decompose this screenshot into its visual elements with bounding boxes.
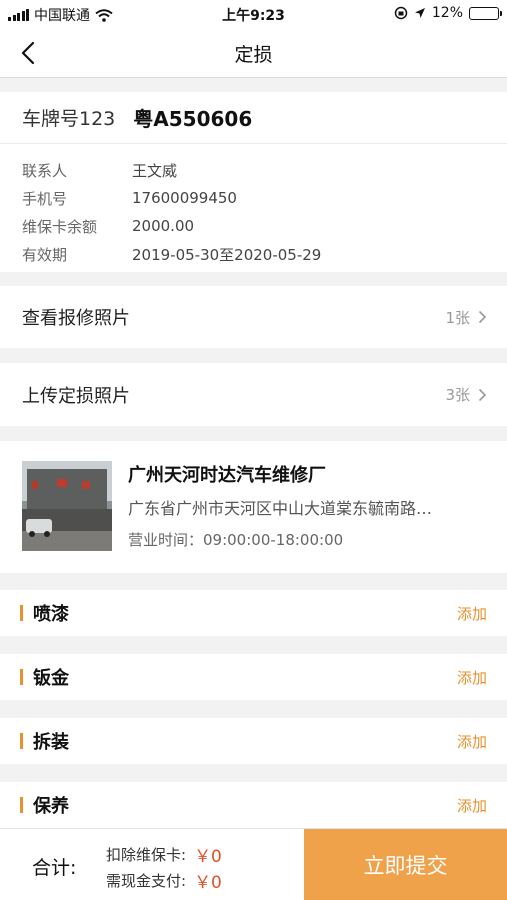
repair-photos-count: 1张 [445, 308, 470, 327]
chevron-right-icon [478, 388, 487, 401]
info-label: 有效期 [22, 245, 68, 264]
category-row-disassembly: 拆装 添加 [0, 718, 507, 764]
cash-pay-amount: ￥0 [194, 872, 222, 893]
location-icon [414, 8, 425, 18]
status-bar: 中国联通 上午9:23 12% [0, 0, 507, 28]
category-label: 钣金 [33, 668, 69, 689]
orientation-lock-icon [394, 6, 408, 20]
nav-bar: 定损 [0, 28, 507, 78]
add-button[interactable]: 添加 [457, 603, 487, 624]
add-button[interactable]: 添加 [457, 795, 487, 816]
add-button[interactable]: 添加 [457, 667, 487, 688]
battery-percent: 12% [431, 5, 463, 21]
category-label: 保养 [33, 796, 69, 817]
info-value: 王文威 [132, 161, 178, 180]
category-label: 拆装 [33, 732, 69, 753]
category-marker [20, 797, 23, 813]
info-value: 17600099450 [132, 189, 237, 207]
checkout-bar: 合计: 扣除维保卡: ￥0 需现金支付: ￥0 立即提交 [0, 828, 507, 900]
category-marker [20, 605, 23, 621]
damage-photos-label: 上传定损照片 [22, 385, 130, 407]
shop-name: 广州天河时达汽车维修厂 [128, 465, 326, 486]
card-deduct-label: 扣除维保卡: [106, 845, 187, 864]
phone-row: 手机号 17600099450 [22, 184, 507, 212]
chevron-right-icon [478, 310, 487, 324]
category-row-paint: 喷漆 添加 [0, 590, 507, 636]
cash-pay-label: 需现金支付: [106, 871, 187, 890]
category-row-maintenance: 保养 添加 [0, 782, 507, 828]
submit-button[interactable]: 立即提交 [304, 829, 507, 900]
add-button[interactable]: 添加 [457, 731, 487, 752]
battery-icon [469, 6, 502, 20]
damage-photos-row[interactable]: 上传定损照片 3张 [0, 363, 507, 426]
vehicle-card: 车牌号123 粤A550606 联系人 王文威 手机号 17600099450 … [0, 92, 507, 272]
shop-address: 广东省广州市天河区中山大道棠东毓南路… [128, 499, 433, 518]
info-label: 手机号 [22, 189, 68, 208]
shop-card[interactable]: 广州天河时达汽车维修厂 广东省广州市天河区中山大道棠东毓南路… 营业时间：09:… [0, 441, 507, 573]
category-marker [20, 733, 23, 749]
info-value: 2000.00 [132, 217, 195, 235]
damage-photos-count: 3张 [445, 386, 470, 404]
card-balance-row: 维保卡余额 2000.00 [22, 212, 507, 240]
shop-photo [22, 461, 112, 551]
plate-label: 车牌号123 [22, 108, 116, 130]
card-deduct-amount: ￥0 [194, 846, 222, 867]
contact-row: 联系人 王文威 [22, 156, 507, 184]
category-label: 喷漆 [33, 604, 69, 625]
category-row-sheet-metal: 钣金 添加 [0, 654, 507, 700]
validity-row: 有效期 2019-05-30至2020-05-29 [22, 240, 507, 268]
info-label: 维保卡余额 [22, 217, 98, 236]
plate-number: 粤A550606 [133, 107, 253, 131]
shop-hours: 营业时间：09:00:00-18:00:00 [128, 531, 344, 549]
repair-photos-row[interactable]: 查看报修照片 1张 [0, 286, 507, 348]
plate-row: 车牌号123 粤A550606 [0, 92, 507, 144]
category-marker [20, 669, 23, 685]
total-label: 合计: [32, 857, 77, 879]
repair-photos-label: 查看报修照片 [22, 308, 130, 329]
page-title: 定损 [234, 44, 273, 66]
info-label: 联系人 [22, 161, 68, 180]
info-value: 2019-05-30至2020-05-29 [132, 245, 322, 264]
